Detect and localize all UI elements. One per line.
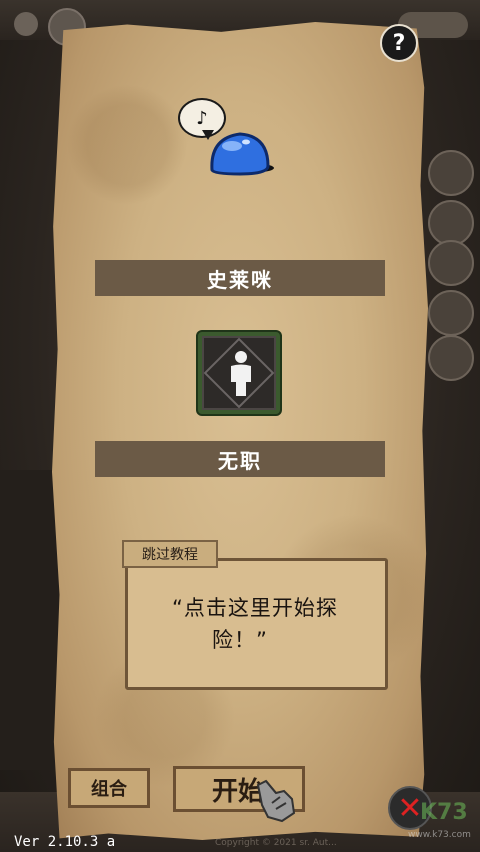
tutorial-line: 险！”: [212, 628, 268, 652]
tutorial-line: “点击这里开始探: [172, 596, 338, 620]
pointer-hand-icon: [256, 779, 296, 823]
gear-icon: [14, 12, 38, 36]
combo-label: 组合: [91, 779, 127, 800]
watermark-url: www.k73.com: [408, 830, 471, 840]
class-figure-icon: [231, 351, 251, 396]
help-button[interactable]: ?: [380, 24, 418, 62]
combo-button[interactable]: 组合: [68, 768, 150, 808]
background-side-button: [428, 150, 474, 196]
version-label: Ver 2.10.3 a: [14, 834, 116, 850]
class-name: 无职: [218, 448, 262, 473]
background-left-panel: [0, 470, 60, 770]
background-copyright: Copyright © 2021 sr. Aut...: [215, 838, 337, 848]
watermark-logo: K73: [420, 800, 468, 825]
skip-tutorial-button[interactable]: 跳过教程: [122, 540, 218, 568]
skip-tutorial-label: 跳过教程: [142, 547, 198, 563]
background-side-button: [428, 335, 474, 381]
tutorial-text: “点击这里开始探 险！”: [172, 592, 372, 656]
class-name-bar: 无职: [95, 441, 385, 477]
music-note-icon: ♪: [196, 107, 208, 129]
class-icon-frame[interactable]: [198, 332, 280, 414]
help-icon: ?: [392, 30, 406, 56]
background-side-button: [428, 290, 474, 336]
character-name: 史莱咪: [207, 267, 273, 292]
character-name-bar: 史莱咪: [95, 260, 385, 296]
close-icon: ✕: [397, 790, 423, 826]
background-side-button: [428, 240, 474, 286]
slime-icon: [210, 132, 274, 176]
